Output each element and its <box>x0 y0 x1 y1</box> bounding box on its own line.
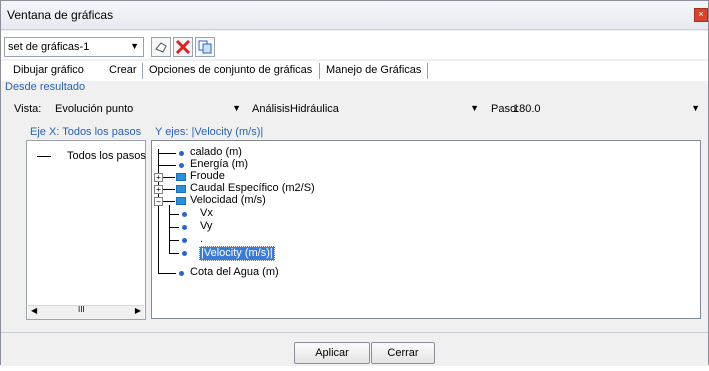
tree-line <box>169 205 170 253</box>
tree-line <box>163 201 175 202</box>
y-axis-header: Y ejes: |Velocity (m/s)| <box>155 126 264 138</box>
tree-line <box>158 149 159 274</box>
tab-manejo[interactable]: Manejo de Gráficas <box>326 64 421 76</box>
leaf-icon <box>182 212 187 217</box>
tab-bar: Dibujar gráfico Crear Opciones de conjun… <box>1 61 708 81</box>
analisis-select[interactable]: Hidráulica ▼ <box>286 99 484 119</box>
tree-line <box>163 177 175 178</box>
leaf-icon <box>182 238 187 243</box>
tree-item-selected[interactable]: |Velocity (m/s)| <box>199 246 275 261</box>
leaf-icon <box>182 225 187 230</box>
folder-icon <box>176 173 186 181</box>
expand-icon[interactable]: + <box>154 185 163 194</box>
tree-item[interactable]: Cota del Agua (m) <box>190 266 279 279</box>
tree-line <box>158 165 176 166</box>
vista-value: Evolución punto <box>55 103 134 115</box>
y-axis-tree[interactable]: calado (m) Energía (m) + Froude + Caudal… <box>151 140 701 319</box>
group-title: Desde resultado <box>5 81 86 93</box>
tree-line <box>169 253 179 254</box>
tab-divider <box>319 63 320 79</box>
tree-line <box>169 227 179 228</box>
tab-divider <box>427 63 428 79</box>
tab-crear[interactable]: Crear <box>109 64 137 76</box>
collapse-icon[interactable]: − <box>154 197 163 206</box>
scroll-thumb[interactable]: III <box>78 305 85 314</box>
chevron-down-icon: ▼ <box>691 103 700 113</box>
apply-button[interactable]: Aplicar <box>294 342 370 364</box>
tree-line <box>163 189 175 190</box>
tree-item[interactable]: Velocidad (m/s) <box>190 194 266 207</box>
folder-icon <box>176 185 186 193</box>
tab-divider <box>142 63 143 79</box>
close-icon[interactable]: × <box>694 8 708 22</box>
tab-opciones[interactable]: Opciones de conjunto de gráficas <box>149 64 312 76</box>
tree-line <box>169 240 179 241</box>
tree-item[interactable]: Vy <box>200 220 212 233</box>
folder-icon <box>176 197 186 205</box>
delete-set-button[interactable] <box>173 37 193 57</box>
tree-item[interactable]: Vx <box>200 207 213 220</box>
copy-set-button[interactable] <box>195 37 215 57</box>
expand-icon[interactable]: + <box>154 173 163 182</box>
paso-select[interactable]: 180.0 ▼ <box>509 99 705 119</box>
copy-icon <box>198 40 212 54</box>
chevron-down-icon: ▼ <box>470 103 479 113</box>
tree-item[interactable]: . <box>200 233 203 246</box>
delete-icon <box>175 39 191 55</box>
tree-line <box>37 156 51 157</box>
title-bar: Ventana de gráficas × <box>1 1 708 30</box>
vista-select[interactable]: Evolución punto ▼ <box>51 99 246 119</box>
chevron-down-icon: ▼ <box>232 103 241 113</box>
tab-dibujar[interactable]: Dibujar gráfico <box>13 64 84 76</box>
analisis-value: Hidráulica <box>290 103 339 115</box>
tree-line <box>169 214 179 215</box>
tree-line <box>158 273 176 274</box>
chevron-down-icon: ▼ <box>130 41 139 51</box>
new-set-button[interactable] <box>151 37 171 57</box>
leaf-icon <box>179 271 184 276</box>
leaf-icon <box>182 251 187 256</box>
toolbar: set de gráficas-1 ▼ <box>1 31 708 59</box>
graph-set-select[interactable]: set de gráficas-1 ▼ <box>4 37 144 57</box>
leaf-icon <box>179 151 184 156</box>
scroll-right-icon[interactable]: ▶ <box>135 306 141 315</box>
scroll-left-icon[interactable]: ◀ <box>31 306 37 315</box>
close-button[interactable]: Cerrar <box>371 342 435 364</box>
vista-label: Vista: <box>14 103 42 115</box>
graph-set-select-value: set de gráficas-1 <box>8 41 90 53</box>
graph-window: Ventana de gráficas × set de gráficas-1 … <box>0 0 709 366</box>
tree-line <box>158 153 176 154</box>
paso-value: 180.0 <box>513 103 541 115</box>
new-set-icon <box>155 42 167 53</box>
leaf-icon <box>179 163 184 168</box>
x-axis-header: Eje X: Todos los pasos <box>30 126 142 138</box>
x-axis-item[interactable]: Todos los pasos <box>67 150 146 163</box>
window-title: Ventana de gráficas <box>7 8 114 22</box>
x-axis-list[interactable]: Todos los pasos <box>26 140 146 320</box>
horizontal-scrollbar[interactable]: ◀ III ▶ <box>28 305 144 319</box>
